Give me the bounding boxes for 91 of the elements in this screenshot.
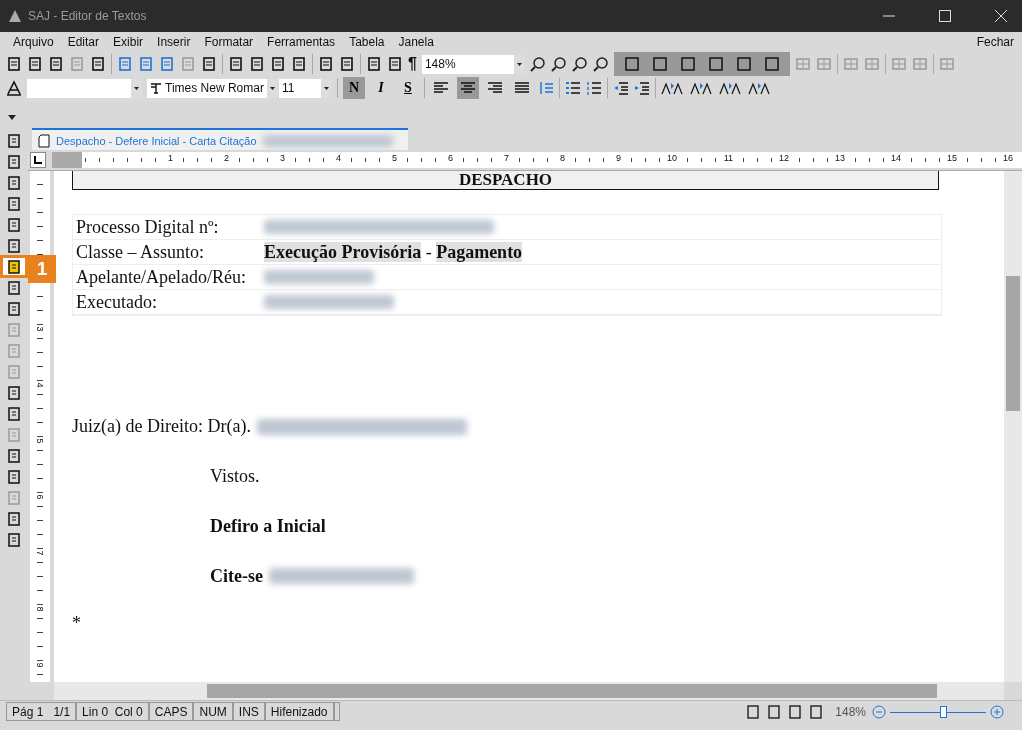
app-logo-icon	[8, 9, 22, 23]
align-center-icon	[460, 80, 476, 96]
ruler-number: 8	[35, 606, 45, 612]
maximize-icon[interactable]	[938, 9, 952, 23]
close-document-link[interactable]: Fechar	[976, 35, 1014, 49]
ruler-number: 5	[35, 438, 45, 444]
letter-case-icon[interactable]	[748, 80, 772, 96]
ruler-number: 9	[615, 153, 622, 163]
horizontal-scrollbar[interactable]	[54, 682, 1004, 700]
align-right-icon	[487, 80, 503, 96]
menu-item[interactable]: Tabela	[349, 35, 385, 49]
status-field: Lin 0 Col 0	[76, 702, 149, 721]
ruler-number: 14	[890, 153, 902, 163]
letter-case-icon[interactable]	[661, 80, 685, 96]
paragraph: Defiro a Inicial	[210, 515, 326, 537]
indent-icon[interactable]	[634, 80, 650, 96]
status-field: Pág 1 1/1	[6, 702, 77, 721]
slider-thumb[interactable]	[939, 705, 947, 718]
letter-case-icon[interactable]	[719, 80, 743, 96]
callout-badge: 1	[28, 255, 56, 283]
status-field: NUM	[193, 702, 233, 721]
style-icon[interactable]	[6, 80, 22, 96]
zoom-out-icon[interactable]	[529, 56, 546, 72]
table-label: Classe – Assunto:	[76, 241, 205, 263]
ruler-number: 7	[35, 550, 45, 556]
ruler-number: 15	[946, 153, 958, 163]
letter-case-icon[interactable]	[690, 80, 714, 96]
zoom-slider[interactable]	[890, 704, 986, 719]
status-field: INS	[232, 702, 265, 721]
page-icon	[38, 133, 50, 148]
end-mark: *	[72, 613, 82, 634]
judge-line: Juiz(a) de Direito: Dr(a).	[72, 416, 251, 437]
menu-item[interactable]: Arquivo	[13, 35, 54, 49]
ruler-number: 2	[223, 153, 230, 163]
zoom-in-icon[interactable]	[550, 56, 567, 72]
ruler-number: 10	[666, 153, 678, 163]
format-button[interactable]: S	[397, 77, 419, 99]
bullet-list-icon[interactable]	[565, 80, 581, 96]
new-document-icon[interactable]	[6, 56, 22, 72]
numbered-list-icon[interactable]	[586, 80, 602, 96]
view-mode-icon[interactable]	[808, 703, 825, 720]
ruler-number: 13	[834, 153, 846, 163]
align-left-icon	[433, 80, 449, 96]
ruler-number: 12	[778, 153, 790, 163]
ruler-number: 1	[167, 153, 174, 163]
ruler-number: 9	[35, 662, 45, 668]
ruler-number: 4	[35, 382, 45, 388]
zoom-level: 148%	[835, 704, 866, 719]
format-button[interactable]: I	[370, 77, 392, 99]
document-tab[interactable]: Despacho - Defere Inicial - Carta Citação	[32, 128, 408, 151]
table-label: Apelante/Apelado/Réu:	[76, 266, 247, 288]
close-icon[interactable]	[994, 9, 1008, 23]
view-mode-icon[interactable]	[766, 703, 783, 720]
caret-icon[interactable]	[8, 115, 16, 120]
ruler-number: 6	[447, 153, 454, 163]
menu-item[interactable]: Janela	[398, 35, 434, 49]
paragraph: Cite-se	[210, 565, 263, 587]
justify-icon	[514, 80, 530, 96]
vertical-scrollbar[interactable]	[1004, 171, 1022, 682]
ruler-number: 6	[35, 494, 45, 500]
paragraph: Vistos.	[210, 465, 260, 487]
menu-item[interactable]: Inserir	[157, 35, 191, 49]
status-field: Hifenizado	[264, 702, 334, 721]
menu-item[interactable]: Formatar	[204, 35, 254, 49]
ruler-number: 8	[559, 153, 566, 163]
font-icon	[150, 82, 162, 94]
menu-item[interactable]: Editar	[67, 35, 100, 49]
tab-stop-icon[interactable]	[30, 152, 46, 168]
ruler-number: 16	[1002, 153, 1014, 163]
table-label: Processo Digital nº:	[76, 216, 220, 238]
menu-item[interactable]: Exibir	[113, 35, 144, 49]
view-mode-icon[interactable]	[745, 703, 762, 720]
status-field: CAPS	[148, 702, 194, 721]
menu-item[interactable]: Ferramentas	[267, 35, 336, 49]
format-button[interactable]: N	[343, 77, 365, 99]
ruler-number: 11	[722, 153, 734, 163]
table-value: Execução Provisória - Pagamento	[264, 241, 523, 263]
ruler-number: 4	[335, 153, 342, 163]
outdent-icon[interactable]	[613, 80, 629, 96]
font-size-select[interactable]: 11	[279, 78, 332, 98]
window-title: SAJ - Editor de Textos	[28, 9, 147, 23]
ruler-number: 3	[279, 153, 286, 163]
document-heading: DESPACHO	[458, 171, 553, 189]
align-button[interactable]	[457, 77, 479, 99]
pilcrow-button[interactable]: ¶	[408, 55, 417, 73]
table-label: Executado:	[76, 291, 158, 313]
zoom-select[interactable]: 148%	[421, 54, 525, 74]
view-mode-icon[interactable]	[787, 703, 804, 720]
ruler-number: 7	[503, 153, 510, 163]
ruler-number: 5	[391, 153, 398, 163]
ruler-number: 3	[35, 326, 45, 332]
